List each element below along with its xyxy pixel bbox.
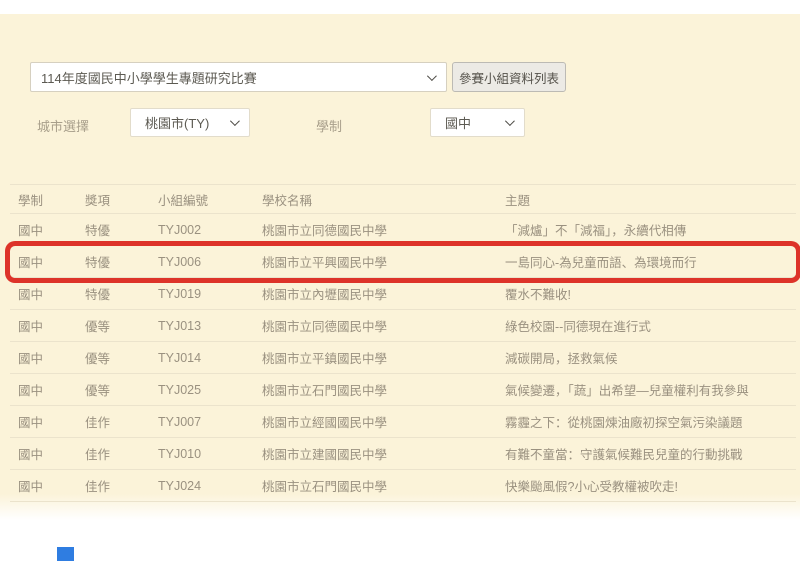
cell-award: 佳作 xyxy=(85,444,158,463)
cell-award: 特優 xyxy=(85,220,158,239)
cell-award: 特優 xyxy=(85,252,158,271)
cell-topic: 霧霾之下：從桃園煉油廠初探空氣污染議題 xyxy=(505,412,796,431)
cell-topic: 有難不童當：守護氣候難民兒童的行動挑戰 xyxy=(505,444,796,463)
cell-level: 國中 xyxy=(18,380,85,399)
chevron-down-icon xyxy=(230,116,240,126)
level-select-value: 國中 xyxy=(431,113,505,132)
cell-group-id: TYJ006 xyxy=(158,255,262,269)
cell-topic: 氣候變遷，「蔬」出希望—兒童權利有我參與 xyxy=(505,380,796,399)
competition-select-value: 114年度國民中小學學生專題研究比賽 xyxy=(31,68,427,87)
cell-school: 桃園市立石門國民中學 xyxy=(262,476,505,495)
page: 114年度國民中小學學生專題研究比賽 參賽小組資料列表 城市選擇 桃園市(TY)… xyxy=(0,0,800,565)
cell-group-id: TYJ013 xyxy=(158,319,262,333)
col-header-level: 學制 xyxy=(18,190,85,209)
cell-school: 桃園市立同德國民中學 xyxy=(262,220,505,239)
cell-school: 桃園市立石門國民中學 xyxy=(262,380,505,399)
cell-school: 桃園市立同德國民中學 xyxy=(262,316,505,335)
cell-level: 國中 xyxy=(18,348,85,367)
cell-topic: 「減爐」不「減福」，永續代相傳 xyxy=(505,220,796,239)
cell-award: 佳作 xyxy=(85,412,158,431)
table-row[interactable]: 國中 優等 TYJ025 桃園市立石門國民中學 氣候變遷，「蔬」出希望—兒童權利… xyxy=(10,374,796,406)
table-row[interactable]: 國中 特優 TYJ019 桃園市立內壢國民中學 覆水不難收! xyxy=(10,278,796,310)
cell-school: 桃園市立內壢國民中學 xyxy=(262,284,505,303)
city-select-value: 桃園市(TY) xyxy=(131,113,230,132)
cell-group-id: TYJ007 xyxy=(158,415,262,429)
cell-level: 國中 xyxy=(18,252,85,271)
col-header-group-id: 小組編號 xyxy=(158,190,262,209)
cell-group-id: TYJ024 xyxy=(158,479,262,493)
table-row[interactable]: 國中 特優 TYJ002 桃園市立同德國民中學 「減爐」不「減福」，永續代相傳 xyxy=(10,214,796,246)
cell-topic: 減碳開局，拯救氣候 xyxy=(505,348,796,367)
cell-group-id: TYJ002 xyxy=(158,223,262,237)
cell-level: 國中 xyxy=(18,220,85,239)
cell-level: 國中 xyxy=(18,284,85,303)
col-header-award: 獎項 xyxy=(85,190,158,209)
cell-level: 國中 xyxy=(18,476,85,495)
col-header-topic: 主題 xyxy=(505,190,796,209)
cell-group-id: TYJ010 xyxy=(158,447,262,461)
cell-award: 佳作 xyxy=(85,476,158,495)
group-list-button[interactable]: 參賽小組資料列表 xyxy=(452,62,566,92)
cell-topic: 覆水不難收! xyxy=(505,284,796,303)
table-row[interactable]: 國中 優等 TYJ013 桃園市立同德國民中學 綠色校園--同德現在進行式 xyxy=(10,310,796,342)
level-filter-label: 學制 xyxy=(316,116,342,135)
table-row[interactable]: 國中 佳作 TYJ007 桃園市立經國國民中學 霧霾之下：從桃園煉油廠初探空氣污… xyxy=(10,406,796,438)
city-filter-label: 城市選擇 xyxy=(37,116,89,135)
cell-topic: 綠色校園--同德現在進行式 xyxy=(505,316,796,335)
table-body: 國中 特優 TYJ002 桃園市立同德國民中學 「減爐」不「減福」，永續代相傳 … xyxy=(10,214,796,502)
city-select[interactable]: 桃園市(TY) xyxy=(130,108,250,137)
table-row[interactable]: 國中 優等 TYJ014 桃園市立平鎮國民中學 減碳開局，拯救氣候 xyxy=(10,342,796,374)
bottom-left-blue-marker xyxy=(57,547,74,561)
results-table: 學制 獎項 小組編號 學校名稱 主題 國中 特優 TYJ002 桃園市立同德國民… xyxy=(10,184,796,502)
table-header-row: 學制 獎項 小組編號 學校名稱 主題 xyxy=(10,184,796,214)
cell-award: 優等 xyxy=(85,316,158,335)
cell-topic: 快樂颱風假?小心受教權被吹走! xyxy=(505,476,796,495)
competition-select[interactable]: 114年度國民中小學學生專題研究比賽 xyxy=(30,62,447,92)
cell-level: 國中 xyxy=(18,412,85,431)
chevron-down-icon xyxy=(505,116,515,126)
col-header-school: 學校名稱 xyxy=(262,190,505,209)
table-row[interactable]: 國中 佳作 TYJ010 桃園市立建國國民中學 有難不童當：守護氣候難民兒童的行… xyxy=(10,438,796,470)
chevron-down-icon xyxy=(427,71,437,81)
cell-award: 優等 xyxy=(85,380,158,399)
cell-award: 特優 xyxy=(85,284,158,303)
cell-level: 國中 xyxy=(18,316,85,335)
cell-group-id: TYJ025 xyxy=(158,383,262,397)
table-row-highlighted[interactable]: 國中 特優 TYJ006 桃園市立平興國民中學 一島同心-為兒童而語、為環境而行 xyxy=(10,246,796,278)
cell-group-id: TYJ019 xyxy=(158,287,262,301)
table-row[interactable]: 國中 佳作 TYJ024 桃園市立石門國民中學 快樂颱風假?小心受教權被吹走! xyxy=(10,470,796,502)
cell-school: 桃園市立平興國民中學 xyxy=(262,252,505,271)
cell-school: 桃園市立建國國民中學 xyxy=(262,444,505,463)
cell-award: 優等 xyxy=(85,348,158,367)
level-select[interactable]: 國中 xyxy=(430,108,525,137)
cell-school: 桃園市立平鎮國民中學 xyxy=(262,348,505,367)
cell-school: 桃園市立經國國民中學 xyxy=(262,412,505,431)
cell-group-id: TYJ014 xyxy=(158,351,262,365)
cell-topic: 一島同心-為兒童而語、為環境而行 xyxy=(505,252,796,271)
cell-level: 國中 xyxy=(18,444,85,463)
